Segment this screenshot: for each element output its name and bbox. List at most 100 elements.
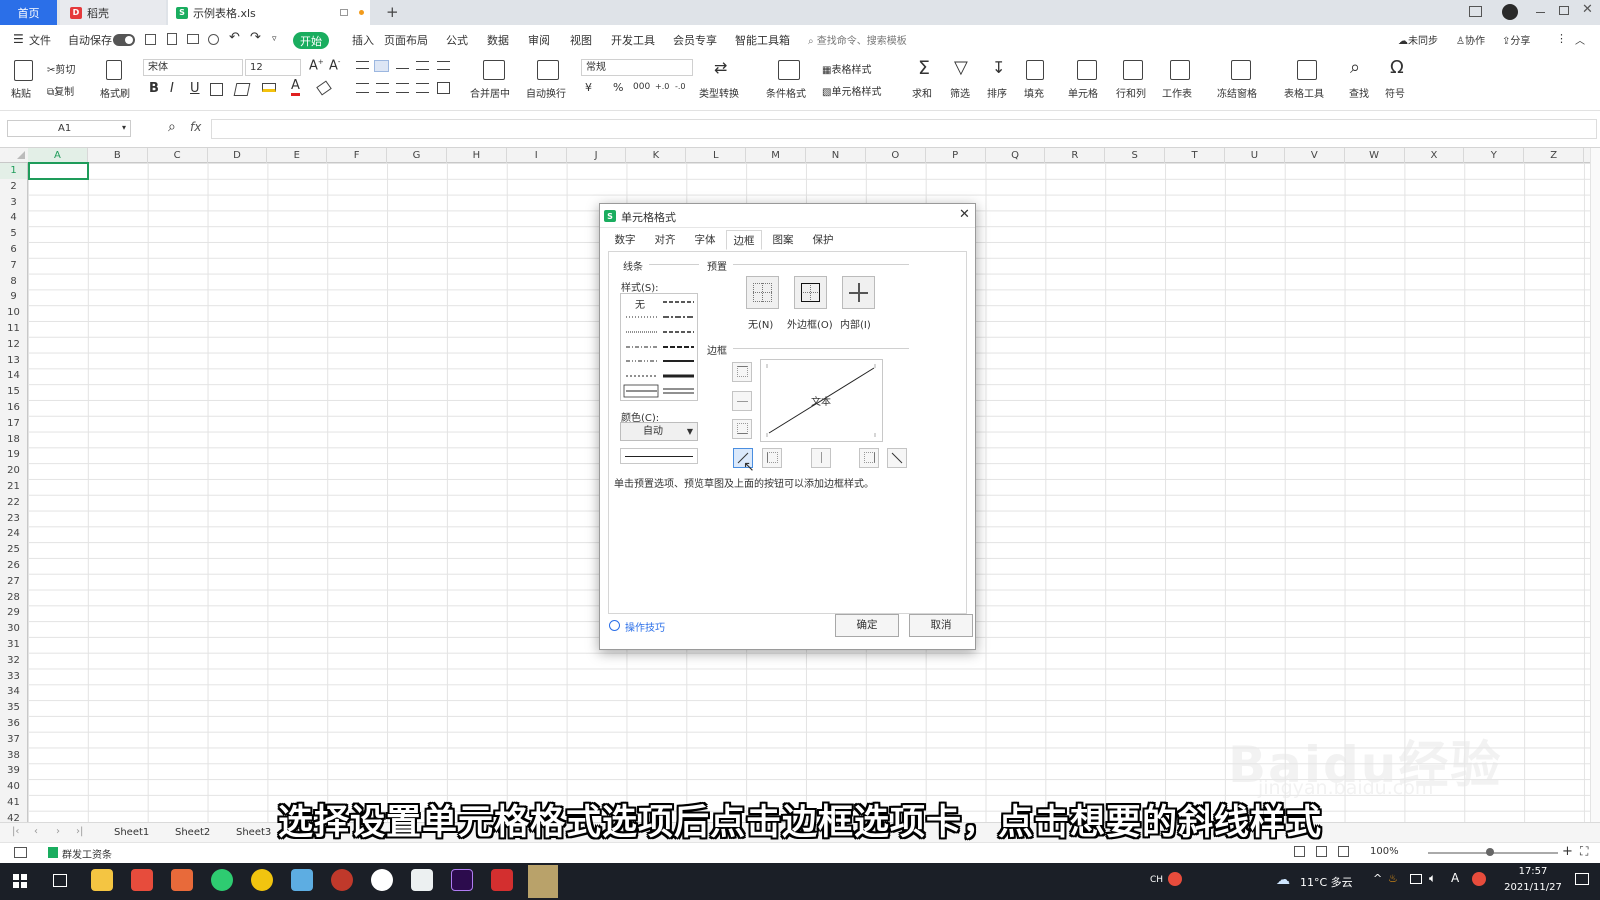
thousands-button[interactable]: 000 (633, 82, 650, 92)
command-search[interactable]: ⌕ 查找命令、搜索模板 (808, 32, 907, 47)
row-header-9[interactable]: 9 (0, 289, 27, 305)
row-header-22[interactable]: 22 (0, 495, 27, 511)
column-header-q[interactable]: Q (986, 148, 1046, 163)
formula-input[interactable] (211, 119, 1597, 139)
column-header-g[interactable]: G (387, 148, 447, 163)
row-header-17[interactable]: 17 (0, 416, 27, 432)
vertical-scrollbar[interactable] (1590, 148, 1600, 822)
row-header-36[interactable]: 36 (0, 716, 27, 732)
font-size-select[interactable]: 12 (245, 59, 301, 76)
menu-developer[interactable]: 开发工具 (611, 32, 655, 48)
column-header-o[interactable]: O (866, 148, 926, 163)
row-header-24[interactable]: 24 (0, 526, 27, 542)
increase-decimal-icon[interactable]: +.0 (655, 82, 669, 91)
tab-border[interactable]: 边框 (726, 230, 762, 250)
row-header-10[interactable]: 10 (0, 305, 27, 321)
tab-protection[interactable]: 保护 (806, 230, 840, 250)
row-col-icon[interactable] (1123, 60, 1143, 80)
tab-font[interactable]: 字体 (688, 230, 722, 250)
column-header-f[interactable]: F (327, 148, 388, 163)
sum-button[interactable]: 求和 (912, 85, 932, 100)
table-style-button[interactable]: ▦表格样式 (822, 61, 871, 76)
column-header-y[interactable]: Y (1464, 148, 1525, 163)
name-box-dropdown-icon[interactable]: ▾ (122, 123, 126, 132)
menu-smart-toolbox[interactable]: 智能工具箱 (735, 32, 790, 48)
row-header-28[interactable]: 28 (0, 590, 27, 606)
tab-daoke[interactable]: D 稻壳 (60, 0, 166, 25)
currency-button[interactable]: ¥ (585, 81, 592, 94)
column-header-w[interactable]: W (1345, 148, 1405, 163)
clock-time[interactable]: 17:57 (1508, 866, 1558, 877)
row-header-3[interactable]: 3 (0, 195, 27, 211)
macro-icon[interactable] (14, 847, 27, 858)
symbol-icon[interactable]: Ω (1390, 57, 1404, 78)
ime-mode[interactable]: A (1451, 871, 1459, 885)
dialog-title-bar[interactable]: S 单元格格式 ✕ (600, 204, 975, 228)
border-right-button[interactable] (859, 448, 879, 468)
fill-icon[interactable] (1026, 60, 1044, 80)
indent-decrease-icon[interactable] (416, 61, 429, 70)
column-header-e[interactable]: E (267, 148, 328, 163)
network-icon[interactable] (1410, 874, 1422, 884)
fill-button[interactable]: 填充 (1024, 85, 1044, 100)
menu-view[interactable]: 视图 (570, 32, 592, 48)
zoom-slider-handle[interactable] (1486, 848, 1494, 856)
row-header-33[interactable]: 33 (0, 669, 27, 685)
row-header-20[interactable]: 20 (0, 463, 27, 479)
number-format-select[interactable]: 常规 (581, 59, 693, 76)
border-middle-h-button[interactable] (732, 391, 752, 411)
auto-wrap-button[interactable]: 自动换行 (526, 85, 566, 100)
column-header-t[interactable]: T (1165, 148, 1225, 163)
row-header-4[interactable]: 4 (0, 210, 27, 226)
wps-office-icon[interactable] (491, 869, 513, 891)
page-break-view-icon[interactable] (1338, 846, 1349, 857)
dialog-close-icon[interactable]: ✕ (959, 207, 970, 222)
type-convert-button[interactable]: 类型转换 (699, 85, 739, 100)
row-header-38[interactable]: 38 (0, 748, 27, 764)
row-header-19[interactable]: 19 (0, 447, 27, 463)
worksheet-icon[interactable] (1170, 60, 1190, 80)
column-header-u[interactable]: U (1225, 148, 1285, 163)
layout-icon[interactable] (1469, 6, 1482, 17)
row-header-12[interactable]: 12 (0, 337, 27, 353)
worksheet-button[interactable]: 工作表 (1162, 85, 1192, 100)
cell-style-button[interactable]: ▧单元格样式 (822, 83, 881, 98)
fill-color-icon[interactable] (262, 83, 276, 92)
quick-access-dropdown-icon[interactable]: ▿ (272, 34, 277, 44)
column-header-v[interactable]: V (1285, 148, 1345, 163)
align-center-icon[interactable] (376, 83, 389, 93)
undo-icon[interactable]: ↶ (229, 30, 240, 45)
column-header-n[interactable]: N (806, 148, 866, 163)
column-header-h[interactable]: H (447, 148, 507, 163)
row-header-31[interactable]: 31 (0, 637, 27, 653)
row-header-6[interactable]: 6 (0, 242, 27, 258)
collapse-ribbon-icon[interactable]: ︿ (1575, 32, 1585, 47)
border-middle-v-button[interactable] (811, 448, 831, 468)
filter-icon[interactable]: ▽ (954, 57, 968, 78)
row-header-27[interactable]: 27 (0, 574, 27, 590)
autosave-toggle[interactable] (113, 34, 135, 46)
redo-icon[interactable]: ↷ (250, 30, 261, 45)
tab-home[interactable]: 首页 (0, 0, 57, 25)
row-header-16[interactable]: 16 (0, 400, 27, 416)
preset-outline-button[interactable] (794, 276, 827, 309)
row-header-26[interactable]: 26 (0, 558, 27, 574)
color-select[interactable]: 自动 ▼ (620, 422, 698, 441)
row-header-39[interactable]: 39 (0, 763, 27, 779)
row-header-15[interactable]: 15 (0, 384, 27, 400)
sync-button[interactable]: ☁未同步 (1398, 32, 1438, 47)
premiere-icon[interactable] (451, 869, 473, 891)
italic-button[interactable]: I (170, 81, 174, 96)
decrease-font-icon[interactable]: A- (329, 58, 340, 73)
tips-link[interactable]: 操作技巧 (625, 619, 665, 634)
type-convert-icon[interactable]: ⇄ (714, 58, 727, 77)
wps-sheet-taskbar-icon[interactable] (171, 869, 193, 891)
restore-icon[interactable] (1559, 6, 1569, 15)
input-lang[interactable]: CH (1150, 875, 1163, 885)
border-top-button[interactable] (732, 362, 752, 382)
menu-review[interactable]: 审阅 (528, 32, 550, 48)
export-icon[interactable] (167, 33, 177, 45)
windows-start-icon[interactable] (13, 874, 27, 888)
preset-none-button[interactable] (746, 276, 779, 309)
clock-date[interactable]: 2021/11/27 (1500, 882, 1566, 893)
